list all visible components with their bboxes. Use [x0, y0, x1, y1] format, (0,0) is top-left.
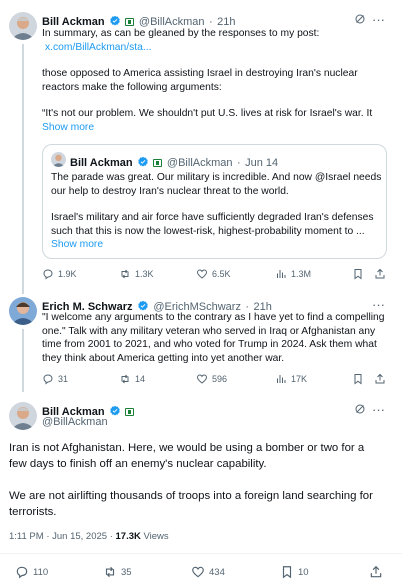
- post-link[interactable]: x.com/BillAckman/sta...: [42, 41, 392, 55]
- heart-icon: [196, 269, 208, 279]
- bookmark-button[interactable]: 10: [280, 565, 309, 579]
- reply-button[interactable]: 1.9K: [42, 268, 77, 280]
- show-more-link[interactable]: Show more: [42, 121, 392, 135]
- post-text-line: terrorists.: [9, 506, 57, 518]
- post-text-line: they think about America getting into ye…: [42, 352, 285, 364]
- bookmark-button[interactable]: [352, 373, 364, 385]
- reply-count: 31: [58, 374, 69, 384]
- repost-button[interactable]: 1.3K: [119, 268, 154, 280]
- thread-line: [22, 329, 24, 392]
- post-text-line: few days to finish off an enemy's nuclea…: [9, 458, 267, 470]
- post-text-line: We are not airlifting thousands of troop…: [9, 490, 373, 502]
- share-icon: [375, 268, 385, 279]
- affiliate-badge-icon: [153, 159, 163, 167]
- verified-badge-icon: [110, 15, 120, 26]
- repost-icon: [121, 374, 129, 384]
- affiliate-badge-icon: [125, 18, 135, 26]
- quoted-tweet[interactable]: Bill Ackman @BillAckman · Jun 14 The par…: [42, 144, 387, 259]
- post-text-line: time from 2001 to 2021, and who voted fo…: [42, 339, 377, 350]
- bookmark-icon: [354, 374, 362, 385]
- verified-badge-icon: [110, 405, 120, 416]
- more-options-icon[interactable]: ···: [372, 297, 385, 312]
- repost-count: 35: [121, 566, 132, 578]
- post-text-line: In summary, as can be gleaned by the res…: [42, 28, 320, 39]
- bookmark-button[interactable]: [352, 268, 364, 280]
- quote-show-more-link[interactable]: Show more: [51, 238, 381, 252]
- repost-icon: [105, 566, 115, 578]
- views-count: 17.3K: [115, 531, 141, 542]
- quote-text-line: our help to destroy Iran's nuclear threa…: [51, 185, 289, 197]
- reply-button[interactable]: 110: [15, 565, 48, 579]
- bookmark-count: 10: [298, 566, 309, 578]
- quote-text-line: such that this is now the lowest-risk, h…: [51, 225, 365, 237]
- repost-count: 14: [135, 374, 146, 384]
- repost-button[interactable]: 14: [119, 373, 145, 385]
- timestamp-text: 1:11 PM · Jun 15, 2025 ·: [9, 531, 116, 542]
- post-text-line: one." Talk with any military veteran who…: [42, 325, 376, 337]
- views-label: Views: [140, 531, 169, 542]
- quote-author-handle: @BillAckman: [166, 157, 233, 169]
- views-button[interactable]: 1.3M: [275, 268, 311, 280]
- heart-icon: [196, 374, 208, 384]
- reply-count: 110: [33, 566, 49, 578]
- share-button[interactable]: [374, 268, 386, 280]
- avatar-erich-schwarz[interactable]: [9, 297, 37, 325]
- analytics-icon: [277, 270, 286, 278]
- repost-button[interactable]: 35: [103, 565, 132, 579]
- more-options-icon[interactable]: ···: [372, 402, 385, 417]
- reply-icon: [43, 374, 53, 385]
- reply-icon: [43, 269, 53, 280]
- author-handle[interactable]: @BillAckman: [42, 416, 108, 428]
- reply-icon: [16, 566, 28, 579]
- analytics-icon: [277, 375, 286, 383]
- repost-count: 1.3K: [135, 269, 154, 279]
- share-button[interactable]: [369, 565, 383, 579]
- like-count: 596: [212, 374, 228, 384]
- affiliate-badge-icon: [125, 408, 135, 416]
- like-button[interactable]: 6.5K: [196, 268, 231, 280]
- reply-button[interactable]: 31: [42, 373, 68, 385]
- heart-icon: [192, 566, 204, 578]
- like-count: 434: [209, 566, 225, 578]
- repost-icon: [121, 269, 129, 279]
- post-text-line: “It's not our problem. We shouldn't put …: [42, 108, 373, 119]
- share-icon: [370, 565, 382, 578]
- share-icon: [375, 373, 385, 384]
- bookmark-icon: [282, 566, 292, 579]
- post-text-line: "I welcome any arguments to the contrary…: [42, 312, 385, 323]
- view-count: 1.3M: [291, 269, 312, 279]
- quote-text-line: The parade was great. Our military is in…: [51, 172, 382, 183]
- quote-post-time: Jun 14: [245, 157, 279, 169]
- like-button[interactable]: 434: [191, 565, 225, 579]
- view-count: 17K: [291, 374, 308, 384]
- avatar-bill-ackman[interactable]: [9, 12, 37, 40]
- quote-author-name: Bill Ackman: [70, 157, 133, 169]
- reply-count: 1.9K: [58, 269, 77, 279]
- more-options-icon[interactable]: ···: [372, 12, 385, 27]
- post-timestamp[interactable]: 1:11 PM · Jun 15, 2025 · 17.3K Views: [9, 531, 169, 542]
- views-button[interactable]: 17K: [275, 373, 307, 385]
- quote-text-line: Israel's military and air force have suf…: [51, 212, 374, 223]
- bookmark-icon: [354, 269, 362, 280]
- like-button[interactable]: 596: [196, 373, 227, 385]
- like-count: 6.5K: [212, 269, 231, 279]
- post-text-line: reactors make the following arguments:: [42, 81, 222, 93]
- quote-avatar: [51, 152, 66, 167]
- grok-icon[interactable]: [354, 13, 366, 25]
- share-button[interactable]: [374, 373, 386, 385]
- divider: [0, 553, 402, 554]
- post-text-line: those opposed to America assisting Israe…: [42, 68, 358, 79]
- verified-badge-icon: [138, 156, 148, 167]
- grok-icon[interactable]: [354, 403, 366, 415]
- post-text-line: Iran is not Afghanistan. Here, we would …: [9, 442, 365, 454]
- avatar-bill-ackman[interactable]: [9, 402, 37, 430]
- thread-line: [22, 44, 24, 294]
